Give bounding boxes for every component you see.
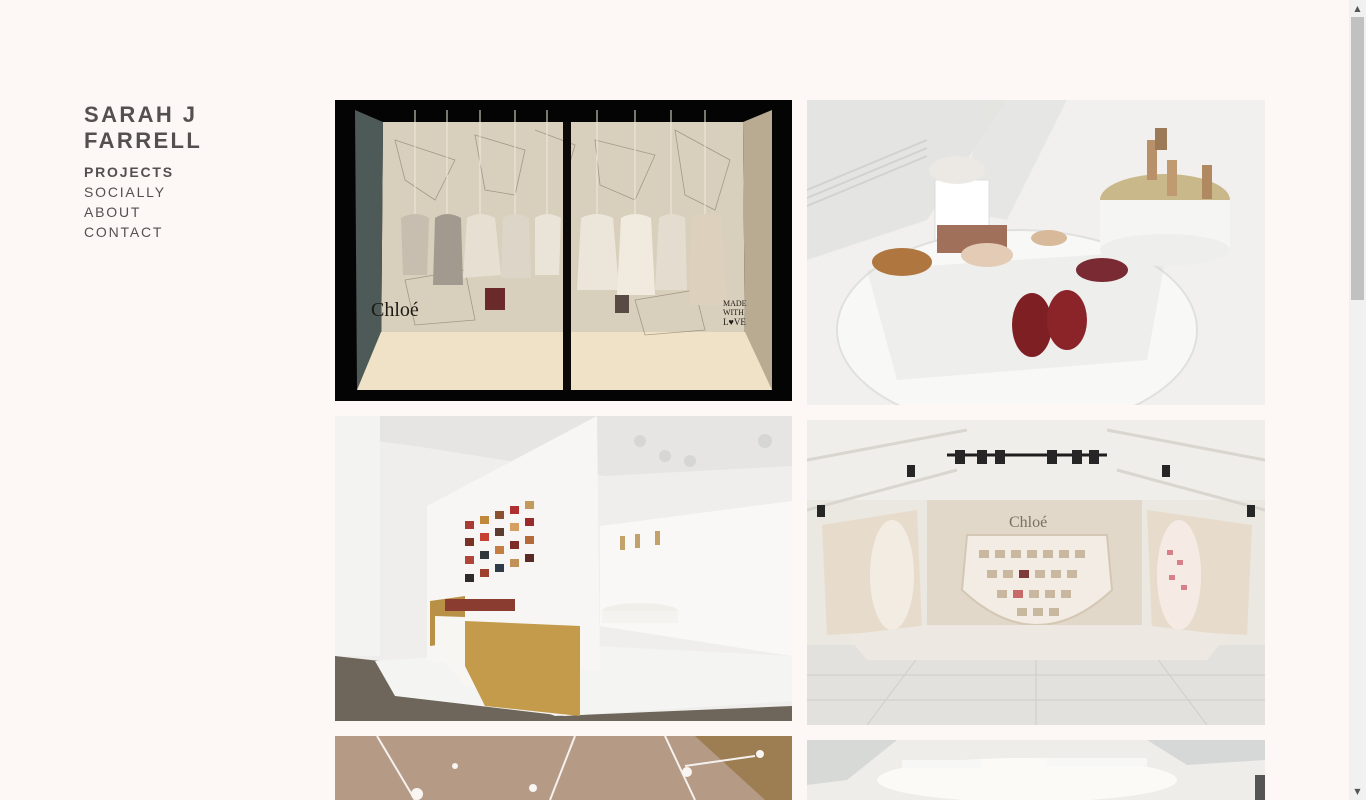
nav-item-socially[interactable]: SOCIALLY xyxy=(84,182,324,202)
store-installation-image: Chloé xyxy=(807,420,1265,725)
made-text: MADE xyxy=(723,299,747,308)
triangle-down-icon[interactable]: ▼ xyxy=(1349,783,1366,800)
gallery-image-white-interior[interactable] xyxy=(807,740,1265,800)
chloe-sign-text: Chloé xyxy=(1009,514,1047,531)
showroom-image xyxy=(335,416,792,721)
gallery-image-showroom[interactable] xyxy=(335,416,792,721)
page: SARAH J FARRELL PROJECTS SOCIALLY ABOUT … xyxy=(0,0,1366,800)
sidebar: SARAH J FARRELL PROJECTS SOCIALLY ABOUT … xyxy=(84,102,324,242)
triangle-up-icon[interactable]: ▲ xyxy=(1349,0,1366,17)
gallery-image-shoes[interactable] xyxy=(807,100,1265,405)
with-text: WITH xyxy=(723,308,744,317)
nav-item-contact[interactable]: CONTACT xyxy=(84,222,324,242)
white-interior-image xyxy=(807,740,1265,800)
main-nav: PROJECTS SOCIALLY ABOUT CONTACT xyxy=(84,162,324,242)
nav-item-projects[interactable]: PROJECTS xyxy=(84,162,324,182)
gallery-image-window-display[interactable]: Chloé MADE WITH L♥VE xyxy=(335,100,792,401)
pendant-ceiling-image xyxy=(335,736,792,800)
love-text: L♥VE xyxy=(723,317,746,327)
nav-item-about[interactable]: ABOUT xyxy=(84,202,324,222)
scrollbar-thumb[interactable] xyxy=(1351,17,1364,300)
shoes-image xyxy=(807,100,1265,405)
gallery-image-pendant-ceiling[interactable] xyxy=(335,736,792,800)
site-title[interactable]: SARAH J FARRELL xyxy=(84,102,324,154)
window-display-image: Chloé MADE WITH L♥VE xyxy=(335,100,792,401)
chloe-logo-text: Chloé xyxy=(371,299,419,321)
vertical-scrollbar[interactable]: ▲ ▼ xyxy=(1349,0,1366,800)
gallery-image-store-installation[interactable]: Chloé xyxy=(807,420,1265,725)
